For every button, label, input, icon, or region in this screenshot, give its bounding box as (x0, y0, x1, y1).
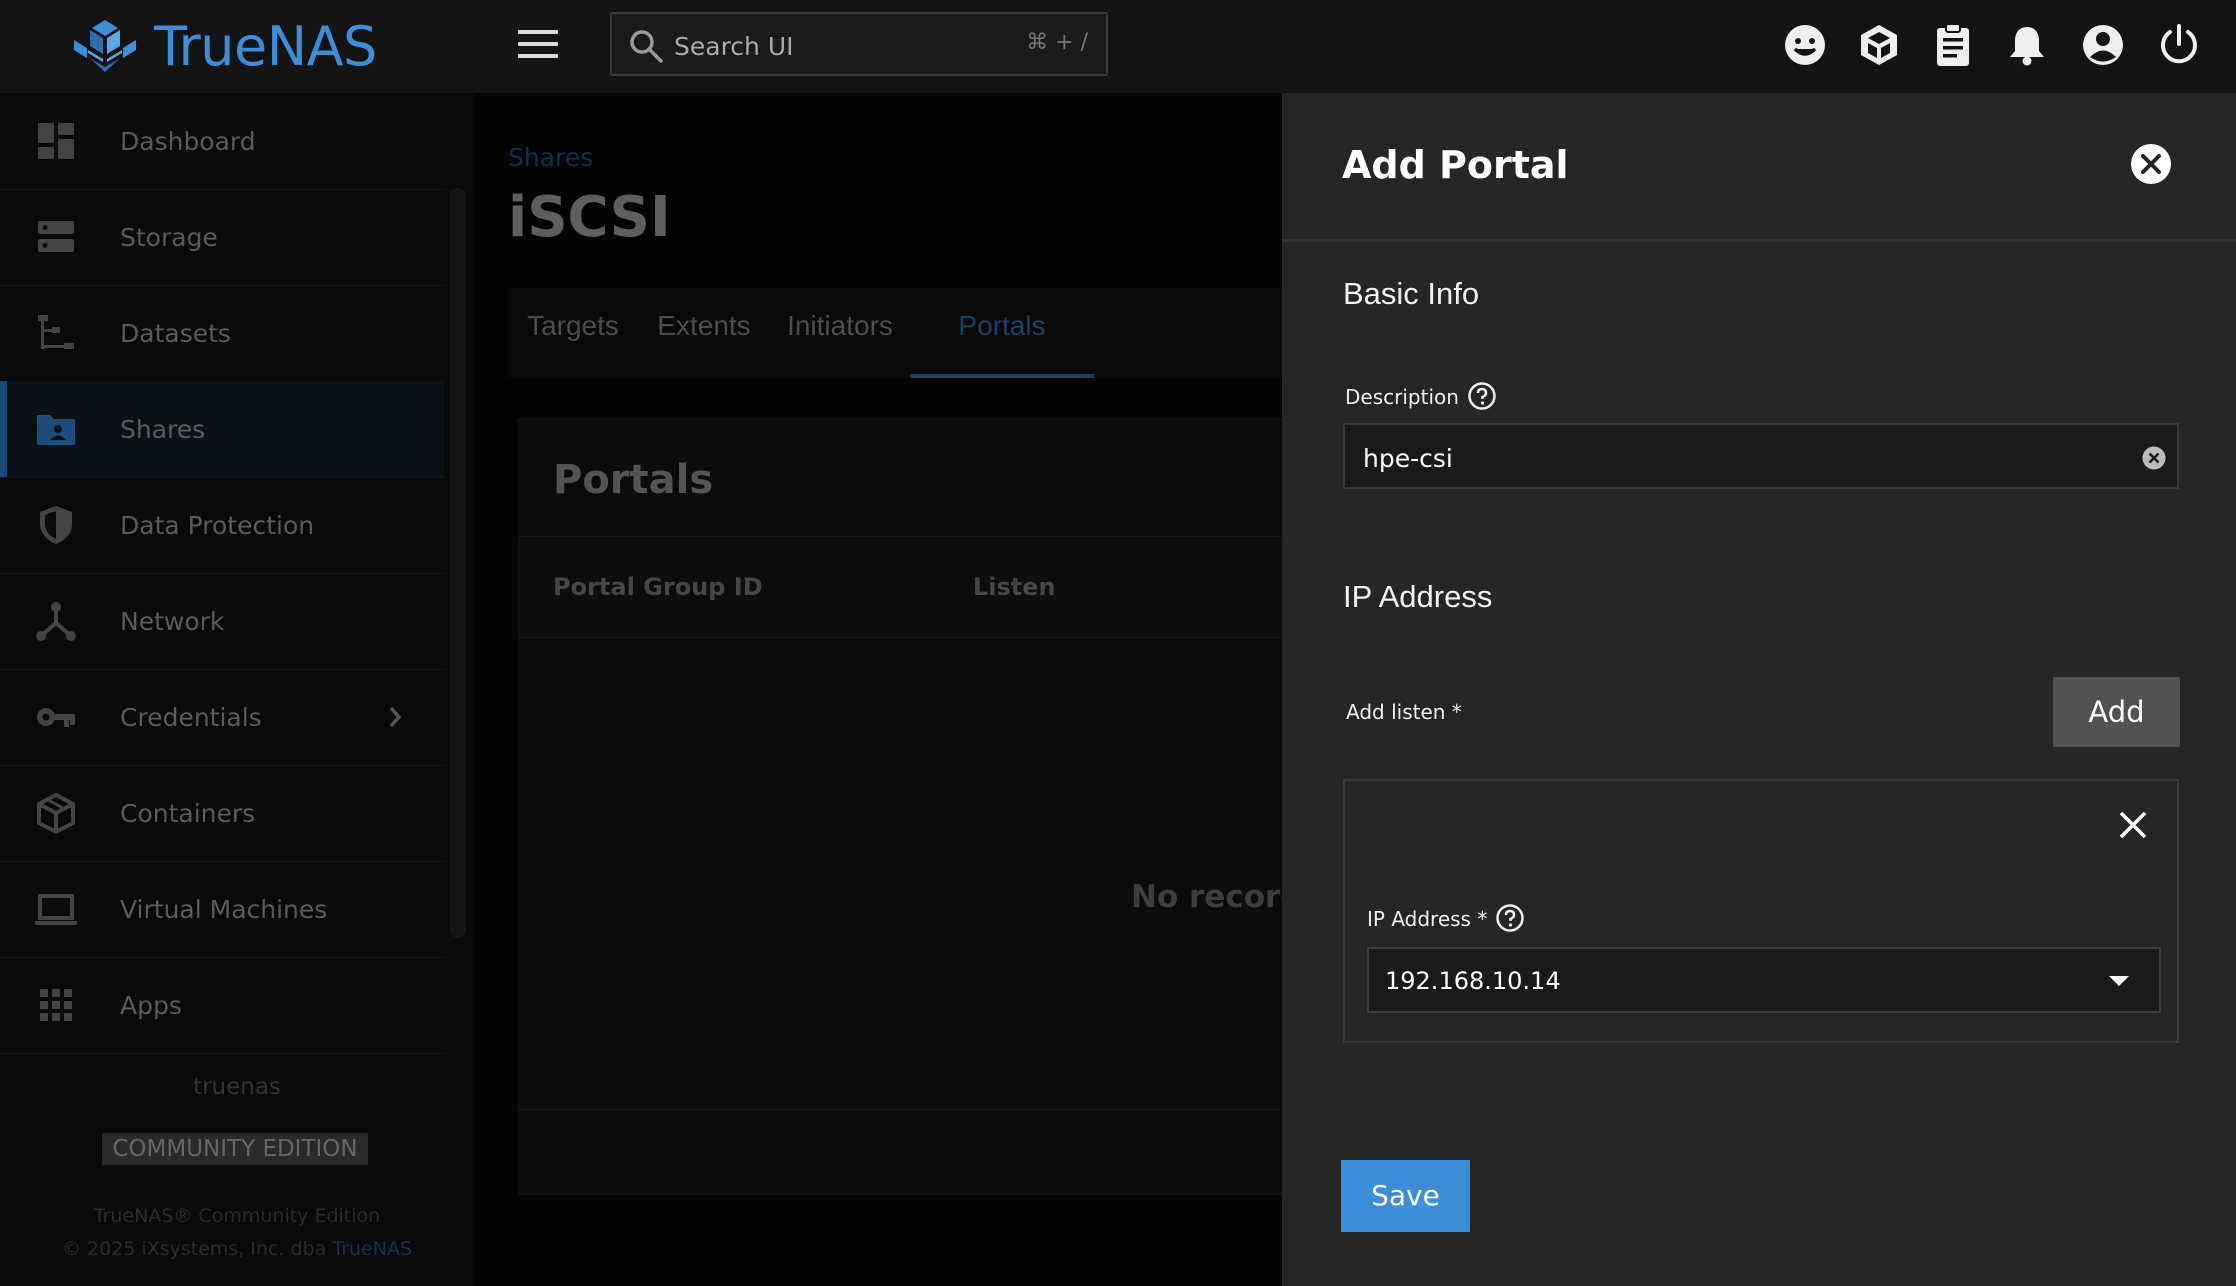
ip-address-label: IP Address * (1367, 907, 1488, 931)
remove-listen-button[interactable] (2113, 805, 2153, 845)
section-title-basic-info: Basic Info (1343, 276, 1480, 311)
tab-portals[interactable]: Portals (910, 288, 1094, 378)
edition-badge: COMMUNITY EDITION (102, 1133, 368, 1165)
network-icon (34, 599, 78, 643)
sidebar-item-label: Storage (120, 222, 218, 252)
account-circle-icon[interactable] (2080, 22, 2126, 68)
card-title: Portals (553, 457, 714, 503)
close-panel-button[interactable] (2130, 143, 2172, 185)
apps-grid-icon (34, 983, 78, 1027)
tab-extents[interactable]: Extents (638, 288, 770, 378)
panel-header: Add Portal (1282, 93, 2236, 242)
description-input[interactable] (1361, 435, 2125, 481)
description-label: Description (1345, 385, 1459, 409)
hamburger-icon-line (518, 30, 558, 34)
search-box[interactable]: ⌘ + / (610, 12, 1108, 76)
truecommand-icon[interactable] (1856, 22, 1902, 68)
tab-targets[interactable]: Targets (508, 288, 638, 378)
sidebar-item-datasets[interactable]: Datasets (0, 285, 444, 382)
search-icon (630, 30, 663, 63)
sidebar-item-label: Credentials (120, 702, 262, 732)
ip-address-value: 192.168.10.14 (1385, 967, 1561, 995)
tab-initiators[interactable]: Initiators (770, 288, 910, 378)
main-content: Shares iSCSI Targets Extents Initiators … (474, 93, 1321, 1286)
sidebar-item-storage[interactable]: Storage (0, 189, 444, 286)
sidebar-item-label: Virtual Machines (120, 894, 328, 924)
copyright-text: © 2025 iXsystems, Inc. dba (61, 1238, 327, 1260)
truenas-link[interactable]: TrueNAS (332, 1238, 412, 1260)
sidebar-item-label: Data Protection (120, 510, 315, 540)
iscsi-tabs: Targets Extents Initiators Portals (508, 288, 1298, 378)
help-icon[interactable] (1495, 903, 1525, 933)
panel-title: Add Portal (1342, 143, 1569, 187)
column-header-portal-group-id[interactable]: Portal Group ID (553, 573, 763, 601)
copyright-line: TrueNAS® Community Edition (93, 1205, 381, 1227)
portals-card: Portals Portal Group ID Listen No record… (518, 418, 1321, 1195)
hamburger-icon-line (518, 42, 558, 46)
copyright-line: © 2025 iXsystems, Inc. dba TrueNAS (0, 1238, 474, 1260)
help-icon[interactable] (1467, 381, 1497, 411)
sidebar-item-credentials[interactable]: Credentials (0, 669, 444, 766)
dropdown-arrow-icon (2107, 971, 2131, 991)
hamburger-icon-line (518, 54, 558, 58)
ip-address-select[interactable]: 192.168.10.14 (1367, 947, 2161, 1013)
section-title-ip-address: IP Address (1343, 579, 1493, 614)
truenas-logo-icon (74, 20, 136, 72)
sidebar-item-dashboard[interactable]: Dashboard (0, 93, 444, 190)
sidebar-item-label: Shares (120, 414, 206, 444)
search-shortcut-hint: ⌘ + / (1026, 30, 1088, 55)
column-header-listen[interactable]: Listen (973, 573, 1056, 601)
sidebar-item-shares[interactable]: Shares (0, 381, 444, 478)
sidebar-item-label: Apps (120, 990, 182, 1020)
add-listen-button[interactable]: Add (2053, 677, 2180, 747)
shield-icon (34, 503, 78, 547)
card-footer-divider (519, 1109, 1309, 1110)
sidebar-item-label: Network (120, 606, 225, 636)
feedback-icon[interactable] (1782, 22, 1828, 68)
page-title: iSCSI (508, 185, 671, 250)
table-header: Portal Group ID Listen (519, 536, 1309, 638)
notifications-bell-icon[interactable] (2004, 22, 2050, 68)
add-portal-panel: Add Portal Basic Info Description IP Add… (1282, 93, 2236, 1286)
description-field[interactable] (1343, 423, 2179, 489)
cube-icon (34, 791, 78, 835)
brand-name: TrueNAS (154, 14, 377, 78)
sidebar-item-apps[interactable]: Apps (0, 957, 444, 1054)
sidebar-scrollbar[interactable] (450, 188, 466, 938)
close-icon (2119, 811, 2147, 839)
jobs-clipboard-icon[interactable] (1930, 22, 1976, 68)
key-icon (34, 695, 78, 739)
dashboard-icon (34, 119, 78, 163)
sidebar-item-label: Datasets (120, 318, 231, 348)
shares-folder-icon (34, 407, 78, 451)
close-circle-icon (2131, 144, 2171, 184)
sidebar-item-data-protection[interactable]: Data Protection (0, 477, 444, 574)
chevron-right-icon (380, 702, 410, 732)
search-input[interactable] (672, 24, 1006, 68)
breadcrumb[interactable]: Shares (508, 143, 593, 172)
menu-toggle-button[interactable] (518, 30, 558, 64)
clear-input-icon[interactable] (2141, 445, 2167, 471)
storage-icon (34, 215, 78, 259)
save-button[interactable]: Save (1341, 1160, 1470, 1232)
listen-entry: IP Address * 192.168.10.14 (1343, 779, 2179, 1043)
top-bar: TrueNAS ⌘ + / (0, 0, 2236, 93)
datasets-icon (34, 311, 78, 355)
add-listen-label: Add listen * (1346, 700, 1462, 724)
laptop-icon (34, 887, 78, 931)
sidebar-item-label: Containers (120, 798, 256, 828)
sidebar-item-network[interactable]: Network (0, 573, 444, 670)
sidebar-item-containers[interactable]: Containers (0, 765, 444, 862)
sidebar-item-virtual-machines[interactable]: Virtual Machines (0, 861, 444, 958)
sidebar-item-label: Dashboard (120, 126, 256, 156)
sidebar: Dashboard Storage Datasets Shares Data P… (0, 93, 474, 1286)
hostname: truenas (193, 1074, 281, 1100)
power-icon[interactable] (2156, 22, 2202, 68)
truenas-logo[interactable]: TrueNAS (70, 14, 377, 78)
